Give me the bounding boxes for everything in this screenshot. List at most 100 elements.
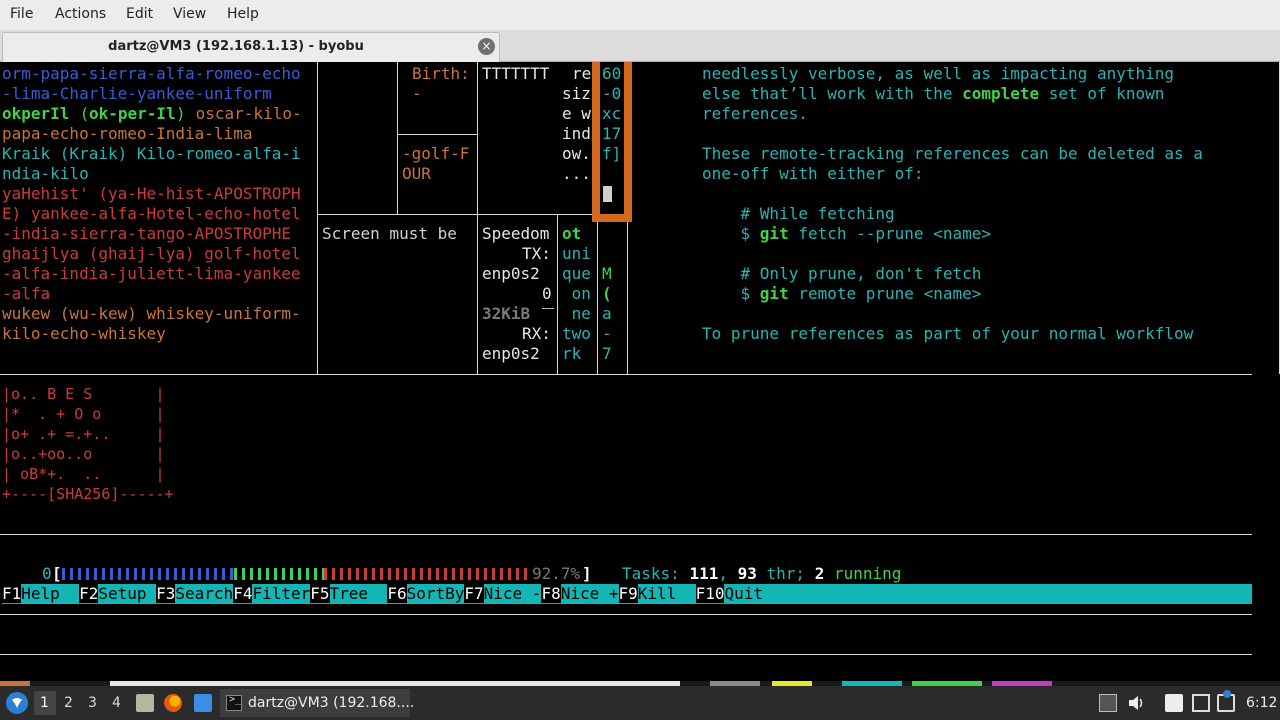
fkey-f8[interactable]: F8 [541, 584, 561, 603]
term-text-bold: complete [962, 84, 1040, 103]
firefox-icon[interactable] [164, 694, 182, 712]
workspace-2[interactable]: 2 [64, 695, 73, 711]
menu-edit[interactable]: Edit [126, 6, 153, 22]
term-line: ow. [562, 144, 591, 163]
term-line: on [562, 284, 591, 303]
cursor-mark [542, 308, 554, 309]
term-text: set of known [1039, 84, 1165, 103]
term-line: a [602, 304, 612, 323]
pane-divider [627, 214, 628, 374]
term-line: xc [602, 104, 622, 123]
workspace-3[interactable]: 3 [88, 695, 97, 711]
term-line: To prune references as part of your norm… [702, 324, 1194, 343]
term-line: papa-echo-romeo-India-lima [2, 124, 253, 143]
term-line: que [562, 264, 591, 283]
fkey-kill-label[interactable]: Kill [638, 584, 696, 603]
running-label: running [833, 564, 902, 583]
fkey-f1[interactable]: F1 [2, 584, 22, 603]
menu-actions[interactable]: Actions [55, 6, 106, 22]
terminal-area[interactable]: orm-papa-sierra-alfa-romeo-echo -lima-Ch… [0, 62, 1280, 686]
fkey-f7[interactable]: F7 [464, 584, 484, 603]
tx-value: 0 [542, 284, 552, 303]
fkey-sortby-label[interactable]: SortBy [407, 584, 465, 603]
term-line: f] [602, 144, 622, 163]
term-line: $ git remote prune <name> [702, 284, 982, 304]
taskbar-window-button[interactable]: >_ dartz@VM3 (192.168.... [220, 689, 414, 717]
term-text-bold: git [759, 224, 789, 243]
term-line: rk [562, 344, 582, 363]
close-icon[interactable]: × [478, 38, 495, 55]
golf-line: -golf-F [402, 144, 470, 163]
pane-divider [597, 214, 598, 374]
fkey-f10[interactable]: F10 [695, 584, 725, 603]
fkey-setup-label[interactable]: Setup [98, 584, 156, 603]
workspace-1[interactable]: 1 [40, 695, 49, 711]
fkey-filter-label[interactable]: Filter [252, 584, 310, 603]
fkey-quit-label[interactable]: Quit [724, 584, 763, 603]
term-line: yaHehist' (ya-He-hist-APOSTROPH [2, 184, 301, 203]
term-line: else that’ll work with the complete set … [702, 84, 1164, 104]
tasks-label: Tasks: [622, 564, 680, 583]
pane-divider [477, 62, 478, 374]
term-line: ind [562, 124, 591, 143]
fkey-f9[interactable]: F9 [618, 584, 638, 603]
fkey-help-label[interactable]: Help [21, 584, 79, 603]
fkey-nice-plus-label[interactable]: Nice + [561, 584, 619, 603]
fkey-f2[interactable]: F2 [79, 584, 99, 603]
term-line: ) [176, 104, 186, 123]
fkey-nice-minus-label[interactable]: Nice - [484, 584, 542, 603]
term-line: -india-sierra-tango-APOSTROPHE [2, 224, 291, 243]
tx-label: TX: [522, 244, 551, 263]
term-line: one-off with either of: [702, 164, 924, 183]
terminal-icon: >_ [226, 694, 242, 711]
workspace-4[interactable]: 4 [112, 695, 121, 711]
term-line: # Only prune, don't fetch [702, 264, 982, 283]
files-icon[interactable] [136, 694, 154, 712]
pane-divider [557, 214, 558, 374]
term-line: # While fetching [702, 204, 895, 223]
tab-byobu[interactable]: dartz@VM3 (192.168.1.13) - byobu × [2, 32, 500, 62]
menu-file[interactable]: File [10, 6, 33, 22]
fkey-search-label[interactable]: Search [175, 584, 233, 603]
clock[interactable]: 6:12 [1246, 695, 1277, 711]
randomart-line: |o.. B E S | [2, 385, 165, 403]
term-line: siz [562, 84, 591, 103]
fkey-row: F1Help F2Setup F3SearchF4FilterF5Tree F6… [2, 584, 763, 604]
fkey-f6[interactable]: F6 [387, 584, 407, 603]
term-line: orm-papa-sierra-alfa-romeo-echo [2, 64, 301, 83]
term-line: Kraik (Kraik) Kilo-romeo-alfa-i [2, 144, 301, 163]
term-line: wukew (wu-kew) whiskey-uniform- [2, 304, 301, 323]
menu-view[interactable]: View [173, 6, 206, 22]
menu-help[interactable]: Help [227, 6, 259, 22]
cpu-label: 0 [42, 564, 52, 583]
randomart-line: |* . + O o | [2, 405, 165, 423]
fkey-f3[interactable]: F3 [156, 584, 176, 603]
display-icon[interactable] [1192, 694, 1210, 712]
fkey-f5[interactable]: F5 [310, 584, 330, 603]
pane-divider [0, 534, 1252, 535]
iface-name: enp0s2 [482, 344, 540, 363]
clipboard-icon[interactable] [1165, 694, 1183, 712]
fkey-f4[interactable]: F4 [233, 584, 253, 603]
eject-icon[interactable] [1099, 694, 1117, 712]
term-line: TTTTTTT [482, 64, 550, 83]
volume-icon[interactable] [1127, 694, 1145, 712]
pane-divider [397, 62, 398, 214]
cpu-bar-low [62, 568, 234, 580]
pane-divider [0, 374, 1252, 375]
network-status-dot [1223, 690, 1231, 698]
term-text: else that’ll work with the [702, 84, 963, 103]
start-icon[interactable] [6, 692, 28, 714]
randomart-line: |o+ .+ =.+.. | [2, 425, 165, 443]
tasks-count: 111 [689, 564, 719, 583]
fkey-tree-label[interactable]: Tree [330, 584, 388, 603]
network-icon[interactable] [1217, 690, 1235, 712]
term-line: M [602, 264, 612, 283]
cpu-bar-kernel [324, 568, 532, 580]
folder-icon[interactable] [194, 694, 212, 712]
term-line: 17 [602, 124, 622, 143]
term-line: ( [602, 284, 612, 303]
term-line: references. [702, 104, 808, 123]
cpu-meter [62, 566, 586, 582]
term-text-bold: git [759, 284, 789, 303]
